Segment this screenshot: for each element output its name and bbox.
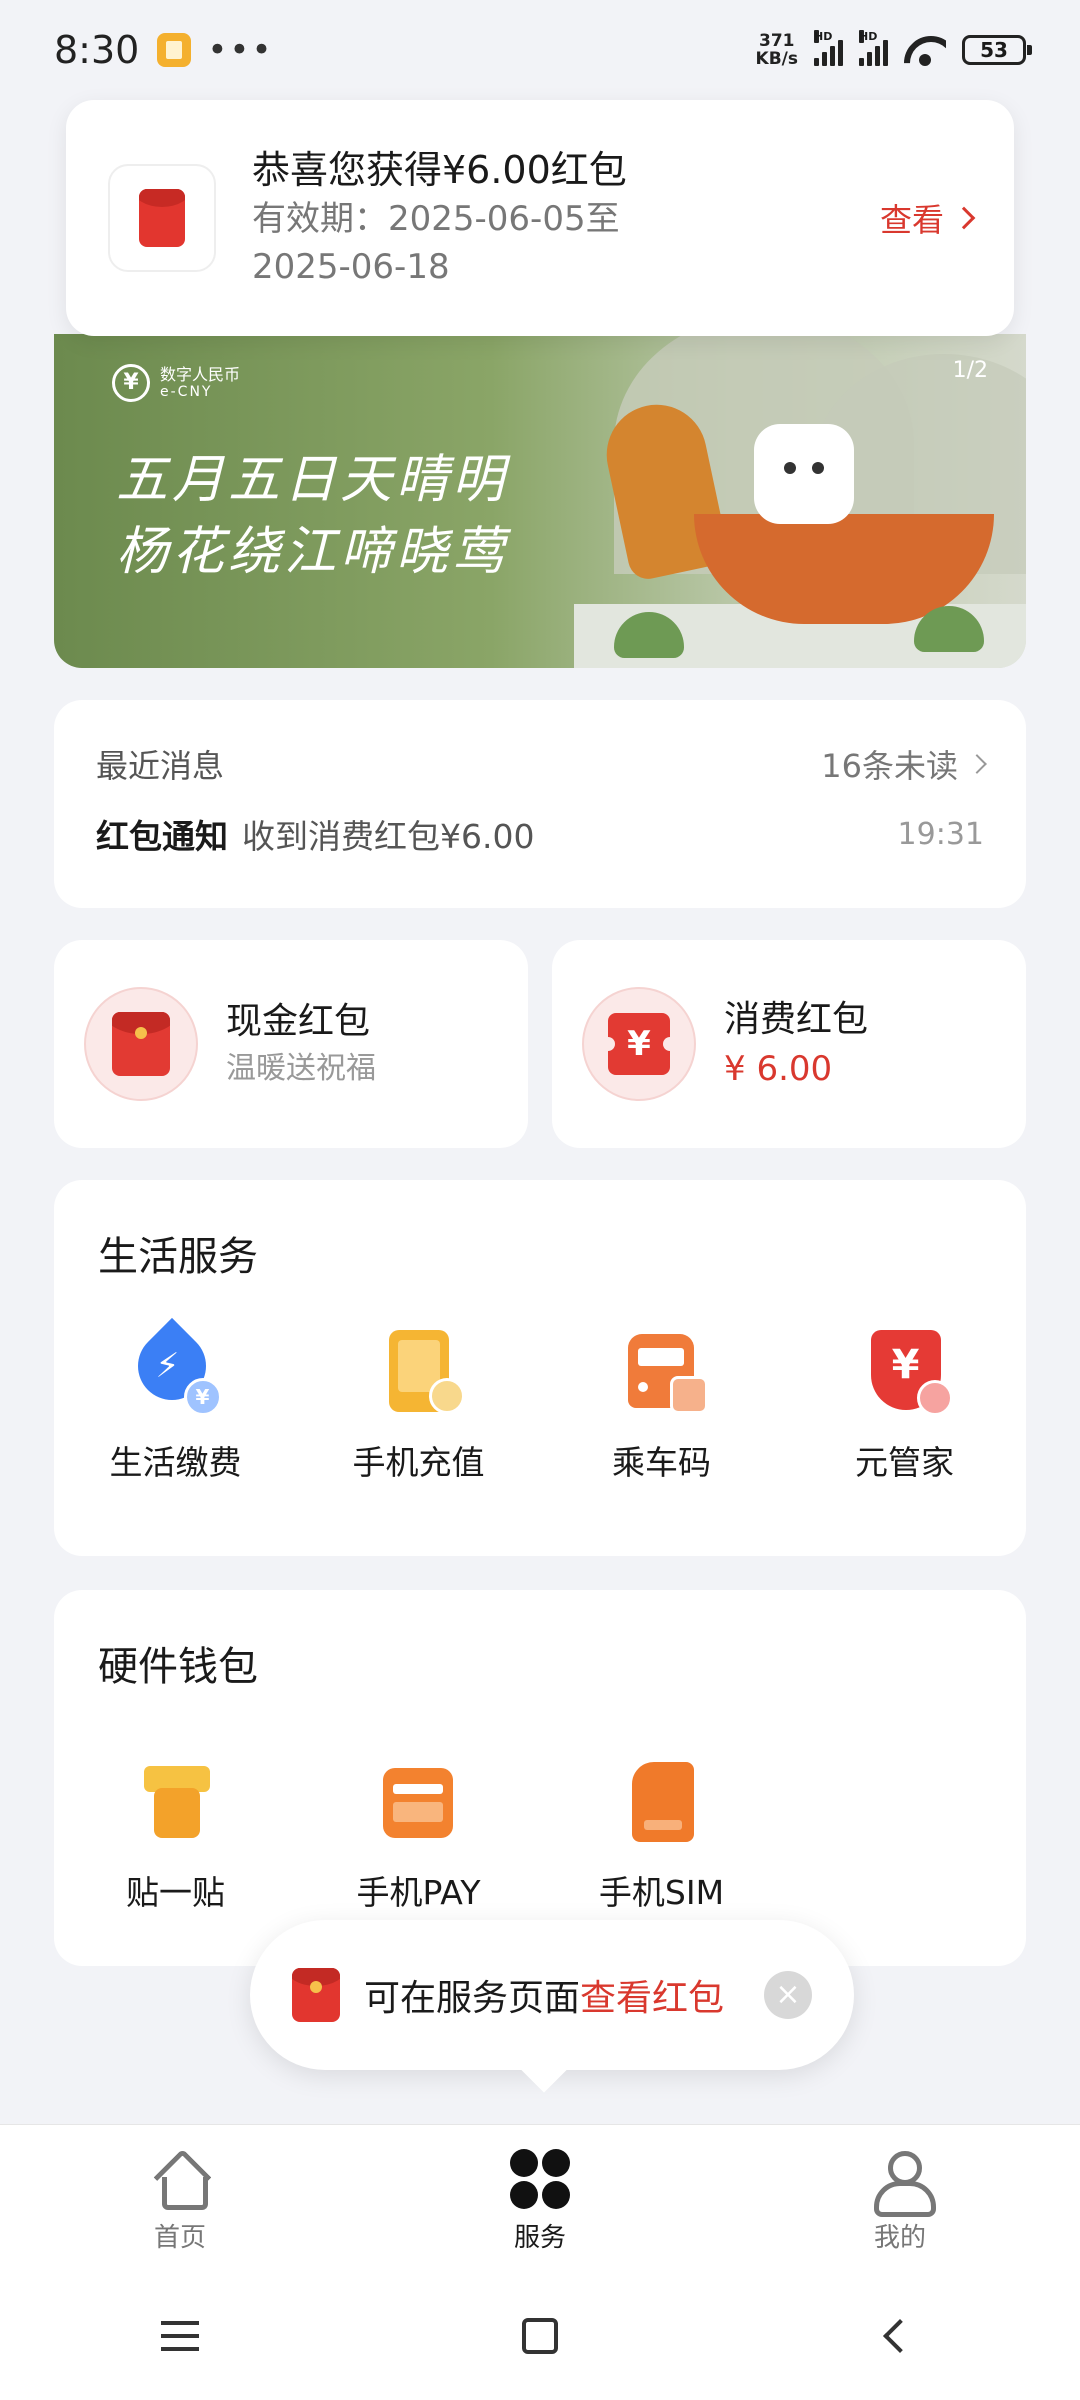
battery-icon: 53 (962, 35, 1032, 65)
bottom-nav: 首页 服务 我的 (0, 2124, 1080, 2272)
back-arrow-icon (883, 2319, 917, 2353)
yuan-shield-icon: ¥ (857, 1326, 953, 1422)
unread-count: 16条未读 (821, 747, 958, 785)
notice-validity: 有效期：2025-06-05至2025-06-18 (252, 199, 620, 287)
poem-line-1: 五月五日天晴明 (116, 450, 509, 510)
yuan-manager-button[interactable]: ¥ 元管家 (783, 1326, 1026, 1484)
cash-red-packet-card[interactable]: 现金红包 温暖送祝福 (54, 940, 528, 1148)
hardware-wallet-section: 硬件钱包 贴一贴 手机PAY 手机SIM (54, 1590, 1026, 1966)
mascot-illustration (754, 424, 854, 524)
service-label: 元管家 (855, 1443, 954, 1482)
consume-red-packet-title: 消费红包 (724, 999, 869, 1040)
service-label: 手机充值 (352, 1443, 485, 1482)
recent-apps-button[interactable] (0, 2321, 360, 2351)
phone-pay-button[interactable]: 手机PAY (297, 1756, 540, 1914)
tap-phone-icon (128, 1756, 224, 1852)
unread-count-link[interactable]: 16条未读 (821, 741, 987, 787)
banner-page-indicator: 1/2 (952, 358, 988, 383)
message-item[interactable]: 红包通知 收到消费红包¥6.00 19:31 (96, 804, 984, 864)
home-icon (148, 2147, 212, 2211)
signal-1-icon: HD (814, 30, 843, 66)
phone-recharge-icon (371, 1326, 467, 1422)
red-packet-tip: 可在服务页面查看红包 × (250, 1920, 854, 2070)
system-home-button[interactable] (360, 2318, 720, 2354)
signal-2-icon: HD (859, 30, 888, 66)
consume-red-packet-card[interactable]: ¥ 消费红包 ¥ 6.00 (552, 940, 1026, 1148)
bus-code-button[interactable]: 乘车码 (540, 1326, 783, 1484)
network-speed: 371 KB/s (756, 32, 798, 68)
red-envelope-icon (108, 164, 216, 272)
tip-text: 可在服务页面 (364, 1978, 581, 2019)
notification-icon (157, 33, 192, 67)
network-speed-value: 371 (759, 31, 795, 51)
ecny-coin-icon: ¥ (112, 364, 150, 402)
banner-poem: 五月五日天晴明 杨花绕江啼晓莺 (116, 444, 508, 588)
hardware-wallet-title: 硬件钱包 (98, 1644, 258, 1690)
chevron-right-icon (967, 754, 987, 774)
status-time: 8:30 (54, 28, 140, 72)
red-envelope-icon (292, 1968, 340, 2022)
sim-card-icon (614, 1756, 710, 1852)
system-nav-bar (0, 2272, 1080, 2400)
tab-label: 首页 (153, 2223, 206, 2253)
poem-line-2: 杨花绕江啼晓莺 (116, 522, 509, 582)
message-time: 19:31 (897, 816, 984, 852)
phone-sim-button[interactable]: 手机SIM (540, 1756, 783, 1914)
utility-bill-icon: ⚡ ¥ (123, 1317, 224, 1422)
wifi-icon (904, 34, 946, 66)
red-envelope-icon (84, 987, 198, 1101)
more-notifications-icon: ••• (207, 30, 274, 70)
logo-en-text: e-CNY (160, 384, 213, 400)
notice-view-label: 查看 (879, 201, 944, 239)
tap-pay-button[interactable]: 贴一贴 (54, 1756, 297, 1914)
services-grid-icon (508, 2147, 572, 2211)
service-label: 贴一贴 (126, 1873, 225, 1912)
recent-messages-card[interactable]: 最近消息 16条未读 红包通知 收到消费红包¥6.00 19:31 (54, 700, 1026, 908)
status-bar: 8:30 ••• 371 KB/s HD HD 53 (0, 0, 1080, 100)
tab-home[interactable]: 首页 (0, 2125, 360, 2272)
consume-red-packet-amount: ¥ 6.00 (724, 1049, 833, 1089)
network-speed-unit: KB/s (755, 49, 798, 69)
promo-banner[interactable]: ¥ 数字人民币 e-CNY 1/2 五月五日天晴明 杨花绕江啼晓莺 (54, 334, 1026, 668)
chevron-right-icon (952, 206, 976, 230)
logo-cn-text: 数字人民币 (160, 365, 241, 384)
service-label: 手机PAY (356, 1873, 481, 1912)
cash-red-packet-subtitle: 温暖送祝福 (226, 1051, 376, 1086)
bus-code-icon (614, 1326, 710, 1422)
service-label: 乘车码 (612, 1443, 711, 1482)
system-back-button[interactable] (720, 2319, 1080, 2353)
profile-icon (868, 2147, 936, 2217)
message-body: 收到消费红包¥6.00 (242, 817, 535, 856)
menu-icon (161, 2321, 199, 2351)
notice-title: 恭喜您获得¥6.00红包 (252, 148, 627, 192)
phone-recharge-button[interactable]: 手机充值 (297, 1326, 540, 1484)
notice-view-link[interactable]: 查看 (879, 195, 976, 241)
life-services-title: 生活服务 (98, 1234, 258, 1280)
cash-red-packet-title: 现金红包 (226, 1001, 371, 1042)
red-packet-notice[interactable]: 恭喜您获得¥6.00红包 有效期：2025-06-05至2025-06-18 查… (66, 100, 1014, 336)
close-icon[interactable]: × (764, 1971, 812, 2019)
life-services-section: 生活服务 ⚡ ¥ 生活缴费 手机充值 乘车码 ¥ 元管家 (54, 1180, 1026, 1556)
recent-messages-label: 最近消息 (96, 747, 225, 785)
yuan-ticket-icon: ¥ (582, 987, 696, 1101)
tab-label: 服务 (513, 2223, 566, 2253)
ecny-logo: ¥ 数字人民币 e-CNY (112, 364, 240, 402)
tab-services[interactable]: 服务 (360, 2125, 720, 2272)
service-label: 手机SIM (598, 1873, 725, 1912)
square-home-icon (522, 2318, 558, 2354)
utility-bill-button[interactable]: ⚡ ¥ 生活缴费 (54, 1317, 297, 1484)
tip-view-red-packet-link[interactable]: 查看红包 (580, 1978, 724, 2019)
service-label: 生活缴费 (109, 1443, 242, 1482)
message-type: 红包通知 (96, 817, 228, 856)
tab-profile[interactable]: 我的 (720, 2125, 1080, 2272)
phone-pay-card-icon (371, 1756, 467, 1852)
tab-label: 我的 (873, 2223, 926, 2253)
